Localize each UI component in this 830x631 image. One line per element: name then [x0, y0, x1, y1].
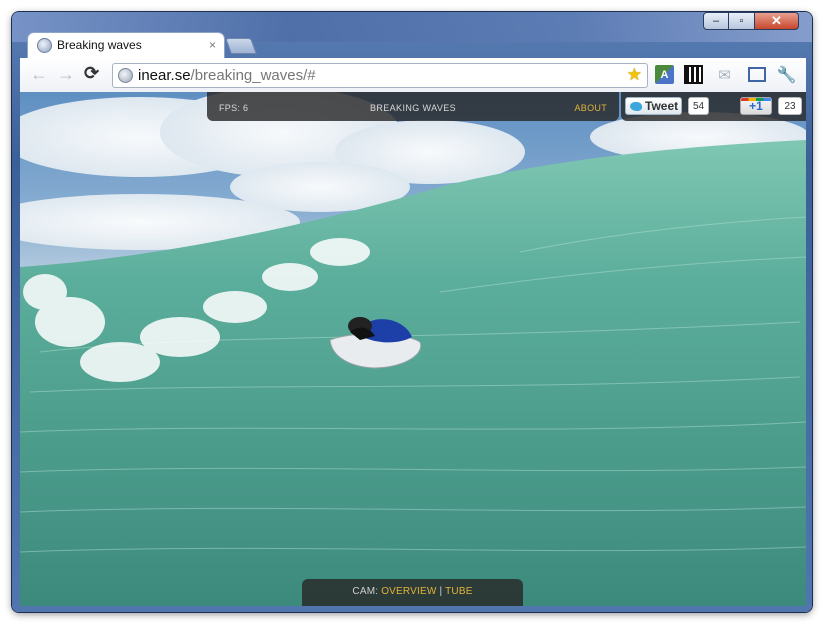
twitter-bird-icon — [630, 101, 642, 111]
plusone-count: 23 — [778, 97, 802, 115]
browser-toolbar: ← → ⟳ inear.se/breaking_waves/# ★ A ✉ 🔧 — [20, 58, 806, 93]
wave-scene[interactable] — [20, 92, 806, 606]
minimize-button[interactable]: – — [703, 12, 729, 30]
social-bar: Tweet 54 +1 23 — [621, 92, 806, 121]
maximize-button[interactable]: ▫ — [729, 12, 755, 30]
window-controls: – ▫ ✕ — [703, 12, 799, 31]
url-host: inear.se — [138, 67, 191, 84]
tab-close-icon[interactable]: × — [209, 38, 216, 52]
wrench-icon[interactable]: 🔧 — [777, 65, 797, 84]
hud-title: BREAKING WAVES — [369, 103, 457, 113]
mail-icon[interactable]: ✉ — [715, 65, 734, 84]
back-button[interactable]: ← — [30, 64, 48, 85]
url-text[interactable]: inear.se/breaking_waves/# — [138, 67, 316, 84]
about-link[interactable]: ABOUT — [574, 103, 607, 113]
tab-title: Breaking waves — [57, 38, 142, 52]
plusone-stripe — [741, 98, 771, 101]
close-button[interactable]: ✕ — [755, 12, 799, 30]
forward-button[interactable]: → — [57, 64, 75, 85]
fullscreen-icon[interactable] — [748, 67, 766, 82]
translate-icon[interactable]: A — [655, 65, 674, 84]
cam-separator: | — [436, 586, 446, 597]
tab-breaking-waves[interactable]: Breaking waves × — [28, 33, 224, 58]
reload-button[interactable]: ⟳ — [84, 63, 99, 84]
plusone-button[interactable]: +1 — [740, 97, 772, 115]
qr-code-icon[interactable] — [684, 65, 703, 84]
cam-overview-link[interactable]: OVERVIEW — [381, 586, 436, 597]
new-tab-button[interactable] — [225, 38, 257, 54]
tweet-count: 54 — [688, 97, 709, 115]
cam-prefix: CAM: — [352, 586, 382, 597]
plusone-label: +1 — [749, 99, 763, 113]
globe-icon — [37, 38, 52, 53]
camera-bar: CAM: OVERVIEW | TUBE — [302, 579, 523, 606]
globe-icon — [118, 68, 133, 83]
hud-top-bar: FPS: 6 BREAKING WAVES ABOUT — [207, 92, 619, 121]
tweet-label: Tweet — [645, 99, 679, 113]
page-viewport: FPS: 6 BREAKING WAVES ABOUT Tweet 54 +1 … — [20, 92, 806, 606]
tweet-button[interactable]: Tweet — [625, 97, 682, 115]
address-bar[interactable]: inear.se/breaking_waves/# ★ — [112, 63, 648, 88]
bookmark-star-icon[interactable]: ★ — [627, 65, 642, 85]
cam-tube-link[interactable]: TUBE — [445, 586, 472, 597]
url-path: /breaking_waves/# — [190, 67, 316, 84]
